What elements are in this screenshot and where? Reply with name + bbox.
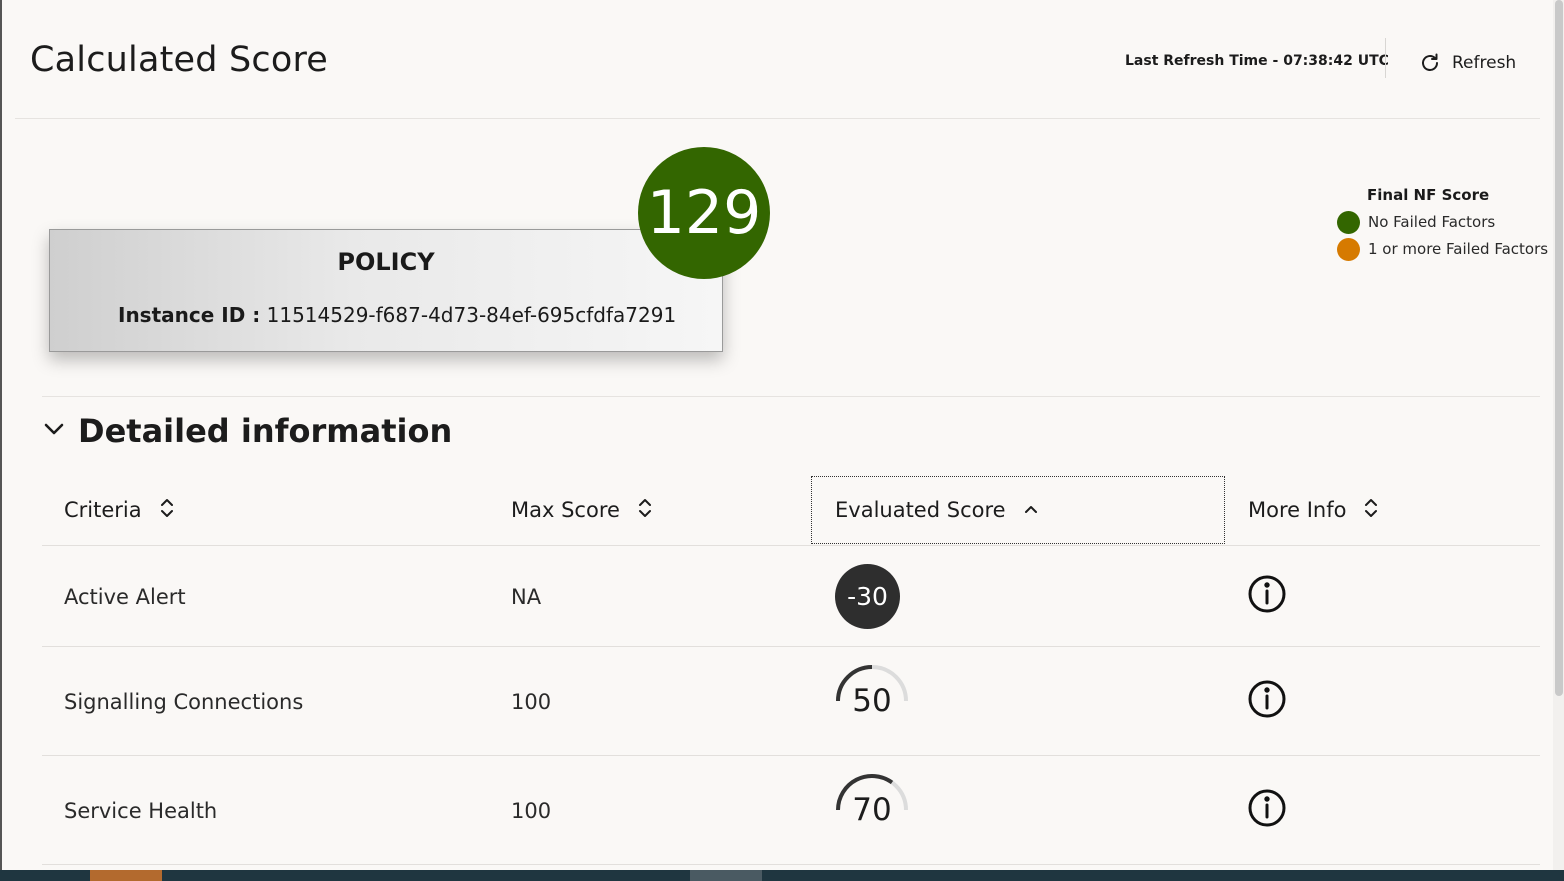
instance-id-label: Instance ID : [118, 303, 261, 327]
max-score-cell: NA [511, 585, 542, 609]
instance-id-value: 11514529-f687-4d73-84ef-695cfdfa7291 [266, 303, 677, 327]
evaluated-score-badge: -30 [835, 564, 900, 629]
legend-title: Final NF Score [1367, 186, 1490, 204]
column-label: Max Score [511, 498, 620, 522]
evaluated-score-gauge: 70 [834, 772, 910, 832]
page-title: Calculated Score [30, 40, 329, 80]
row-divider [42, 646, 1540, 647]
sort-icon [1364, 497, 1378, 524]
instance-id-line: Instance ID : 11514529-f687-4d73-84ef-69… [118, 303, 676, 327]
legend-label: 1 or more Failed Factors [1368, 240, 1549, 258]
column-label: More Info [1248, 498, 1347, 522]
row-divider [42, 545, 1540, 546]
row-divider [42, 755, 1540, 756]
chevron-down-icon [42, 417, 66, 445]
section-title: Detailed information [78, 412, 453, 450]
last-refresh-time: Last Refresh Time - 07:38:42 UTC [1125, 53, 1389, 69]
scrollbar-thumb[interactable] [1555, 0, 1563, 696]
column-header-evaluated-score[interactable]: Evaluated Score [811, 476, 1225, 544]
window-left-border [0, 0, 2, 881]
legend-dot-green [1337, 210, 1360, 234]
max-score-cell: 100 [511, 690, 552, 714]
policy-card: POLICY Instance ID : 11514529-f687-4d73-… [49, 229, 723, 352]
evaluated-score-gauge: 50 [834, 663, 910, 723]
sort-icon [160, 497, 174, 524]
final-score-badge: 129 [638, 147, 770, 279]
legend-label: No Failed Factors [1368, 213, 1496, 231]
evaluated-score-value: 70 [852, 792, 892, 828]
taskbar-item[interactable] [90, 870, 162, 881]
refresh-icon [1418, 51, 1442, 75]
legend-item-no-failed: No Failed Factors [1337, 210, 1495, 234]
column-label: Criteria [64, 498, 142, 522]
max-score-cell: 100 [511, 799, 552, 823]
column-header-more-info[interactable]: More Info [1248, 476, 1378, 544]
refresh-label: Refresh [1452, 53, 1517, 73]
info-icon[interactable] [1247, 679, 1287, 719]
column-header-criteria[interactable]: Criteria [64, 476, 174, 544]
header-separator [1385, 38, 1386, 78]
legend-item-failed: 1 or more Failed Factors [1337, 237, 1548, 261]
refresh-button[interactable]: Refresh [1406, 44, 1528, 82]
detailed-information-toggle[interactable]: Detailed information [42, 412, 452, 450]
criteria-cell: Active Alert [64, 585, 186, 609]
policy-title: POLICY [337, 248, 435, 276]
vertical-scrollbar[interactable] [1553, 0, 1564, 870]
info-icon[interactable] [1247, 574, 1287, 614]
sort-ascending-icon [1024, 498, 1038, 522]
evaluated-score-value: 50 [852, 683, 892, 719]
criteria-cell: Signalling Connections [64, 690, 304, 714]
taskbar-strip [0, 870, 1564, 881]
section-divider [42, 396, 1540, 397]
taskbar-item[interactable] [690, 870, 762, 881]
header-divider [15, 118, 1540, 119]
row-divider [42, 864, 1540, 865]
legend-dot-orange [1337, 237, 1360, 261]
info-icon[interactable] [1247, 788, 1287, 828]
criteria-cell: Service Health [64, 799, 218, 823]
column-label: Evaluated Score [835, 498, 1006, 522]
column-header-max-score[interactable]: Max Score [511, 476, 652, 544]
sort-icon [638, 497, 652, 524]
